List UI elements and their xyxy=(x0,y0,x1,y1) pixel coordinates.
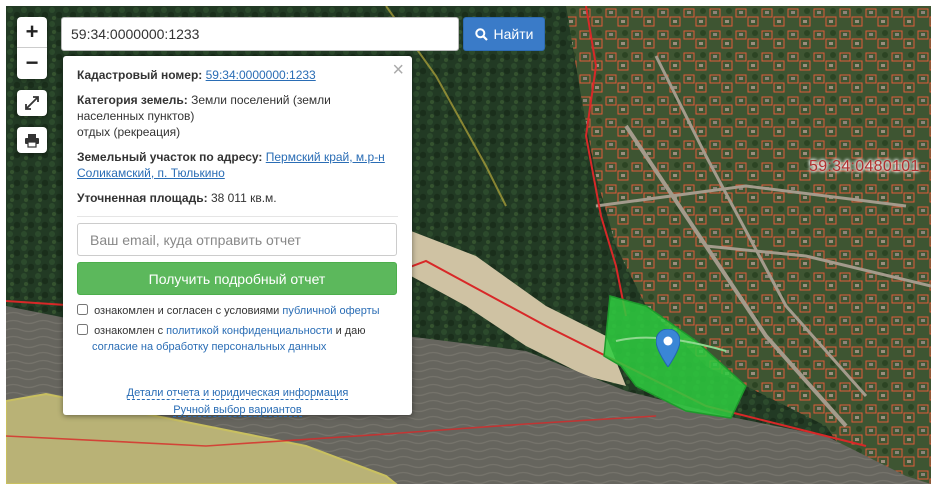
get-report-button[interactable]: Получить подробный отчет xyxy=(77,262,397,295)
panel-footer-links: Детали отчета и юридическая информация Р… xyxy=(77,385,398,419)
address-row: Земельный участок по адресу: Пермский кр… xyxy=(77,149,398,181)
area-value: 38 011 кв.м. xyxy=(210,191,277,205)
address-label: Земельный участок по адресу: xyxy=(77,150,263,164)
offer-consent-line: ознакомлен и согласен с условиями публич… xyxy=(77,303,398,319)
search-button[interactable]: Найти xyxy=(463,17,545,51)
parcel-info-panel: × Кадастровый номер: 59:34:0000000:1233 … xyxy=(63,56,412,417)
privacy-consent-line: ознакомлен с политикой конфиденциальност… xyxy=(77,323,398,355)
public-offer-link[interactable]: публичной оферты xyxy=(282,305,379,317)
zoom-out-button[interactable]: − xyxy=(17,47,47,78)
privacy-policy-link[interactable]: политикой конфиденциальности xyxy=(166,325,332,337)
cadastral-number-label: Кадастровый номер: xyxy=(77,68,203,82)
privacy-consent-checkbox[interactable] xyxy=(77,324,88,335)
privacy-consent-text: ознакомлен с xyxy=(94,325,164,337)
privacy-consent-mid: и даю xyxy=(335,325,366,337)
cadastral-block-label: 59:34:0480101 xyxy=(809,158,920,175)
land-use-value: отдых (рекреация) xyxy=(77,125,181,139)
printer-icon xyxy=(25,133,39,148)
area-row: Уточненная площадь: 38 011 кв.м. xyxy=(77,190,398,206)
cadastral-search-input[interactable] xyxy=(61,17,459,51)
zoom-in-button[interactable]: + xyxy=(17,17,47,47)
divider xyxy=(77,216,398,217)
search-button-label: Найти xyxy=(493,26,534,42)
search-icon xyxy=(474,27,488,41)
cadastral-number-link[interactable]: 59:34:0000000:1233 xyxy=(206,68,316,82)
close-icon[interactable]: × xyxy=(392,60,404,80)
manual-selection-link[interactable]: Ручной выбор вариантов xyxy=(173,404,302,417)
location-marker-icon[interactable] xyxy=(655,328,681,372)
area-label: Уточненная площадь: xyxy=(77,191,208,205)
cadastral-number-row: Кадастровый номер: 59:34:0000000:1233 xyxy=(77,67,398,83)
fullscreen-button[interactable] xyxy=(17,90,47,116)
print-button[interactable] xyxy=(17,127,47,153)
offer-consent-text: ознакомлен и согласен с условиями xyxy=(94,305,280,317)
report-details-link[interactable]: Детали отчета и юридическая информация xyxy=(126,387,349,400)
zoom-control: + − xyxy=(17,17,47,79)
offer-consent-checkbox[interactable] xyxy=(77,304,88,315)
expand-icon xyxy=(25,96,39,110)
land-category-row: Категория земель: Земли поселений (земли… xyxy=(77,92,398,140)
land-category-label: Категория земель: xyxy=(77,93,188,107)
personal-data-consent-link[interactable]: согласие на обработку персональных данны… xyxy=(92,341,326,353)
email-field[interactable] xyxy=(77,223,397,256)
